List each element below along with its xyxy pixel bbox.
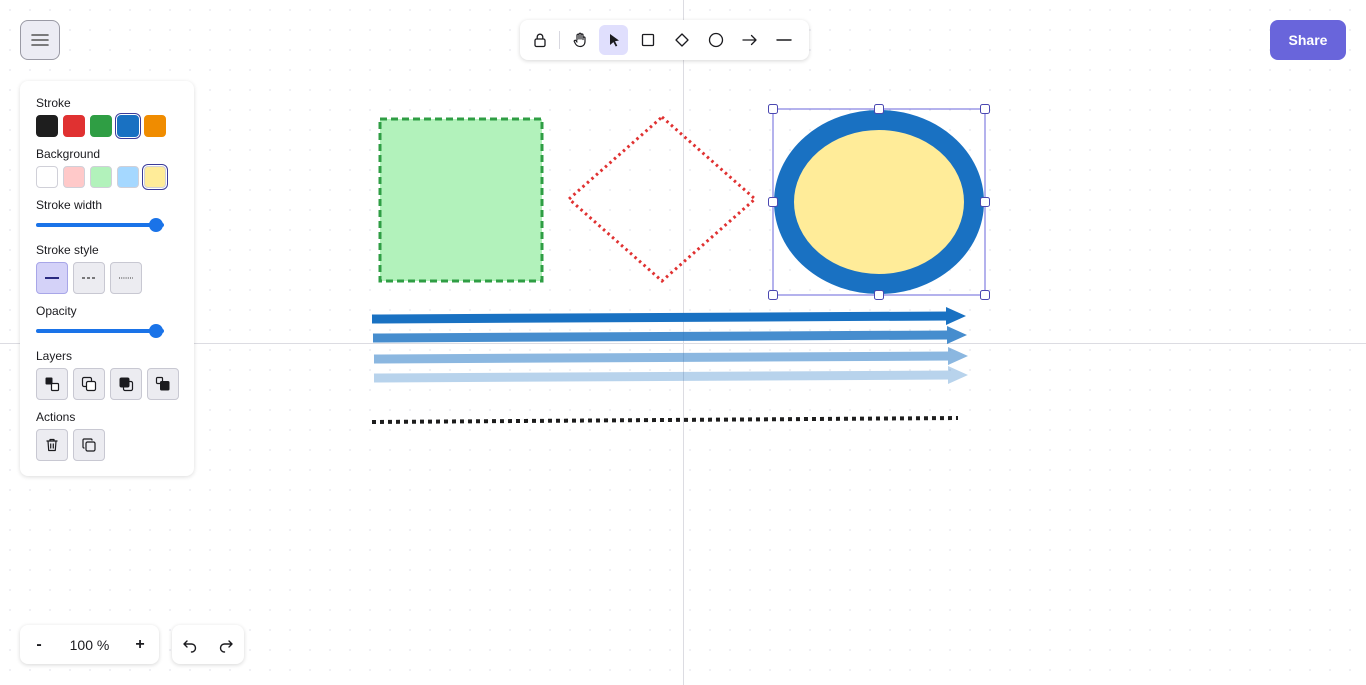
tool-arrow[interactable] — [736, 25, 765, 55]
redo-icon — [219, 639, 233, 653]
duplicate-icon — [82, 438, 96, 452]
bring-forward-icon — [119, 377, 134, 392]
send-to-back-icon — [45, 377, 60, 392]
opacity-slider-track — [36, 329, 164, 333]
share-button[interactable]: Share — [1270, 20, 1346, 60]
bring-to-front-button[interactable] — [147, 368, 179, 400]
resize-handle-se[interactable] — [980, 290, 990, 300]
resize-handle-s[interactable] — [874, 290, 884, 300]
background-swatch-pink[interactable] — [63, 166, 85, 188]
stroke-width-label: Stroke width — [36, 198, 103, 212]
opacity-label: Opacity — [36, 304, 77, 318]
undo-icon — [183, 639, 197, 653]
trash-icon — [46, 438, 58, 452]
stroke-width-slider-track — [36, 223, 164, 227]
delete-button[interactable] — [36, 429, 68, 461]
redo-button[interactable] — [211, 630, 241, 660]
stroke-label: Stroke — [36, 96, 71, 110]
background-swatch-blue[interactable] — [117, 166, 139, 188]
main-menu-button[interactable] — [20, 20, 60, 60]
resize-handle-n[interactable] — [874, 104, 884, 114]
layers-label: Layers — [36, 349, 73, 363]
stroke-swatch-green[interactable] — [90, 115, 112, 137]
stroke-style-dotted-button[interactable] — [110, 262, 142, 294]
pointer-icon — [609, 34, 619, 47]
arrow-icon — [742, 34, 757, 46]
tool-lock[interactable] — [525, 25, 554, 55]
tool-hand[interactable] — [565, 25, 594, 55]
resize-handle-ne[interactable] — [980, 104, 990, 114]
stroke-swatch-red[interactable] — [63, 115, 85, 137]
send-backward-button[interactable] — [73, 368, 105, 400]
layer-buttons — [36, 368, 184, 400]
zoom-level[interactable]: 100 % — [58, 637, 121, 653]
action-buttons — [36, 429, 110, 461]
properties-panel: Stroke Background Stroke width Stroke st… — [20, 81, 194, 476]
stroke-color-swatches — [36, 113, 171, 139]
history-controls — [172, 625, 244, 664]
line-icon — [776, 39, 793, 41]
solid-line-icon — [45, 277, 59, 279]
hand-icon — [573, 32, 586, 48]
zoom-controls: - 100 % + — [20, 625, 159, 664]
background-color-swatches — [36, 164, 171, 190]
tool-ellipse[interactable] — [702, 25, 731, 55]
bring-to-front-icon — [155, 376, 170, 391]
canvas-arrow-1[interactable] — [371, 307, 966, 325]
canvas-arrow-2[interactable] — [372, 326, 967, 344]
send-to-back-button[interactable] — [36, 368, 68, 400]
stroke-swatch-blue[interactable] — [115, 113, 141, 139]
drawing-canvas[interactable] — [0, 0, 1366, 685]
stroke-swatch-orange[interactable] — [144, 115, 166, 137]
canvas-arrow-3[interactable] — [373, 347, 968, 365]
shape-toolbar — [520, 20, 809, 60]
canvas-rectangle[interactable] — [378, 117, 544, 283]
bring-forward-button[interactable] — [110, 368, 142, 400]
send-backward-icon — [81, 376, 97, 392]
rectangle-icon — [641, 33, 655, 47]
resize-handle-w[interactable] — [768, 197, 778, 207]
resize-handle-nw[interactable] — [768, 104, 778, 114]
canvas-arrow-4[interactable] — [373, 366, 968, 384]
background-label: Background — [36, 147, 101, 161]
stroke-style-dashed-button[interactable] — [73, 262, 105, 294]
lock-icon — [533, 33, 546, 48]
hamburger-icon — [31, 34, 49, 46]
resize-handle-sw[interactable] — [768, 290, 778, 300]
zoom-in-button[interactable]: + — [121, 625, 159, 664]
opacity-slider[interactable] — [36, 324, 164, 338]
tool-diamond[interactable] — [667, 25, 696, 55]
canvas-ellipse[interactable] — [774, 110, 984, 294]
stroke-width-slider[interactable] — [36, 218, 164, 232]
zoom-out-button[interactable]: - — [20, 625, 58, 664]
tool-line[interactable] — [770, 25, 799, 55]
diamond-icon — [675, 33, 689, 47]
ellipse-icon — [709, 32, 724, 48]
opacity-slider-thumb[interactable] — [149, 324, 163, 338]
background-swatch-green[interactable] — [90, 166, 112, 188]
dashed-line-icon — [82, 277, 96, 279]
background-swatch-yellow[interactable] — [142, 164, 168, 190]
canvas-dotted-line[interactable] — [371, 416, 959, 424]
canvas-diamond[interactable] — [566, 115, 758, 283]
undo-button[interactable] — [175, 630, 205, 660]
tool-selection[interactable] — [599, 25, 629, 55]
dotted-line-icon — [119, 277, 133, 279]
stroke-swatch-black[interactable] — [36, 115, 58, 137]
background-swatch-white[interactable] — [36, 166, 58, 188]
stroke-style-label: Stroke style — [36, 243, 99, 257]
resize-handle-e[interactable] — [980, 197, 990, 207]
actions-label: Actions — [36, 410, 76, 424]
stroke-style-solid-button[interactable] — [36, 262, 68, 294]
stroke-width-slider-thumb[interactable] — [149, 218, 163, 232]
stroke-style-buttons — [36, 262, 147, 294]
duplicate-button[interactable] — [73, 429, 105, 461]
tool-rectangle[interactable] — [633, 25, 662, 55]
toolbar-separator — [559, 31, 561, 49]
